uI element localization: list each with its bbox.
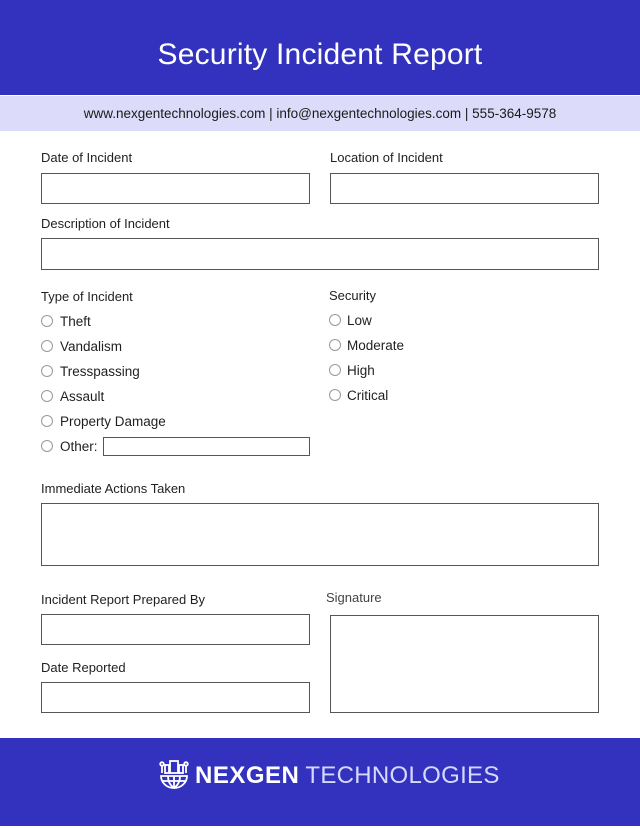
prepared-by-field[interactable]	[41, 614, 310, 645]
description-field[interactable]	[41, 238, 599, 270]
date-of-incident-field[interactable]	[41, 173, 310, 204]
radio-label-high: High	[347, 363, 375, 378]
type-of-incident-label: Type of Incident	[41, 289, 133, 304]
signature-label: Signature	[326, 590, 382, 605]
radio-label-theft: Theft	[60, 314, 91, 329]
header-banner: Security Incident Report	[0, 0, 640, 95]
radio-tresspassing[interactable]	[41, 365, 53, 377]
radio-label-vandalism: Vandalism	[60, 339, 123, 354]
globe-buildings-icon	[159, 759, 189, 794]
brand-name-light: TECHNOLOGIES	[305, 762, 500, 789]
signature-box[interactable]	[330, 615, 599, 713]
date-of-incident-label: Date of Incident	[41, 150, 133, 165]
location-of-incident-field[interactable]	[330, 173, 599, 204]
security-label: Security	[329, 288, 376, 303]
brand-name-bold: NEXGEN	[195, 762, 300, 789]
radio-label-moderate: Moderate	[347, 338, 405, 353]
other-incident-field[interactable]	[103, 437, 310, 456]
immediate-actions-label: Immediate Actions Taken	[41, 481, 186, 496]
page-title: Security Incident Report	[157, 38, 483, 71]
contact-bar: www.nexgentechnologies.com | info@nexgen…	[0, 96, 640, 131]
description-label: Description of Incident	[41, 216, 170, 231]
location-of-incident-label: Location of Incident	[330, 150, 443, 165]
radio-low[interactable]	[329, 314, 341, 326]
radio-other[interactable]	[41, 440, 53, 452]
date-reported-label: Date Reported	[41, 660, 126, 675]
radio-label-low: Low	[347, 313, 372, 328]
radio-vandalism[interactable]	[41, 340, 53, 352]
radio-label-property-damage: Property Damage	[60, 414, 166, 429]
radio-property-damage[interactable]	[41, 415, 53, 427]
radio-label-critical: Critical	[347, 388, 389, 403]
immediate-actions-field[interactable]	[41, 503, 599, 566]
footer-logo: NEXGEN TECHNOLOGIES	[159, 759, 500, 794]
prepared-by-label: Incident Report Prepared By	[41, 592, 206, 607]
radio-label-tresspassing: Tresspassing	[60, 364, 140, 379]
radio-theft[interactable]	[41, 315, 53, 327]
date-reported-field[interactable]	[41, 682, 310, 713]
radio-assault[interactable]	[41, 390, 53, 402]
radio-critical[interactable]	[329, 389, 341, 401]
radio-label-assault: Assault	[60, 389, 105, 404]
radio-moderate[interactable]	[329, 339, 341, 351]
radio-high[interactable]	[329, 364, 341, 376]
radio-label-other: Other:	[60, 439, 98, 454]
